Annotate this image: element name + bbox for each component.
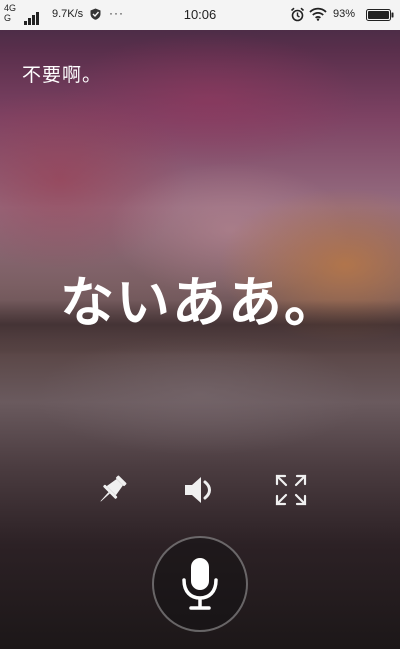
status-bar: 4G G 9.7K/s ··· 10:06 93% [0,0,400,30]
pin-button[interactable] [92,470,132,510]
speaker-icon [185,477,211,503]
battery-percentage: 93% [333,8,356,20]
speaker-button[interactable] [181,470,221,510]
expand-button[interactable] [271,470,311,510]
alarm-icon [290,7,305,22]
microphone-icon [182,558,218,610]
translator-screen: 4G G 9.7K/s ··· 10:06 93% 不要啊。 ないああ。 [0,0,400,649]
expand-icon [275,474,307,506]
battery-icon [366,9,394,21]
microphone-button[interactable] [152,536,248,632]
wifi-icon [309,7,327,21]
source-text: 不要啊。 [22,64,103,86]
translated-text: ないああ。 [60,271,340,334]
pin-icon [100,475,127,502]
